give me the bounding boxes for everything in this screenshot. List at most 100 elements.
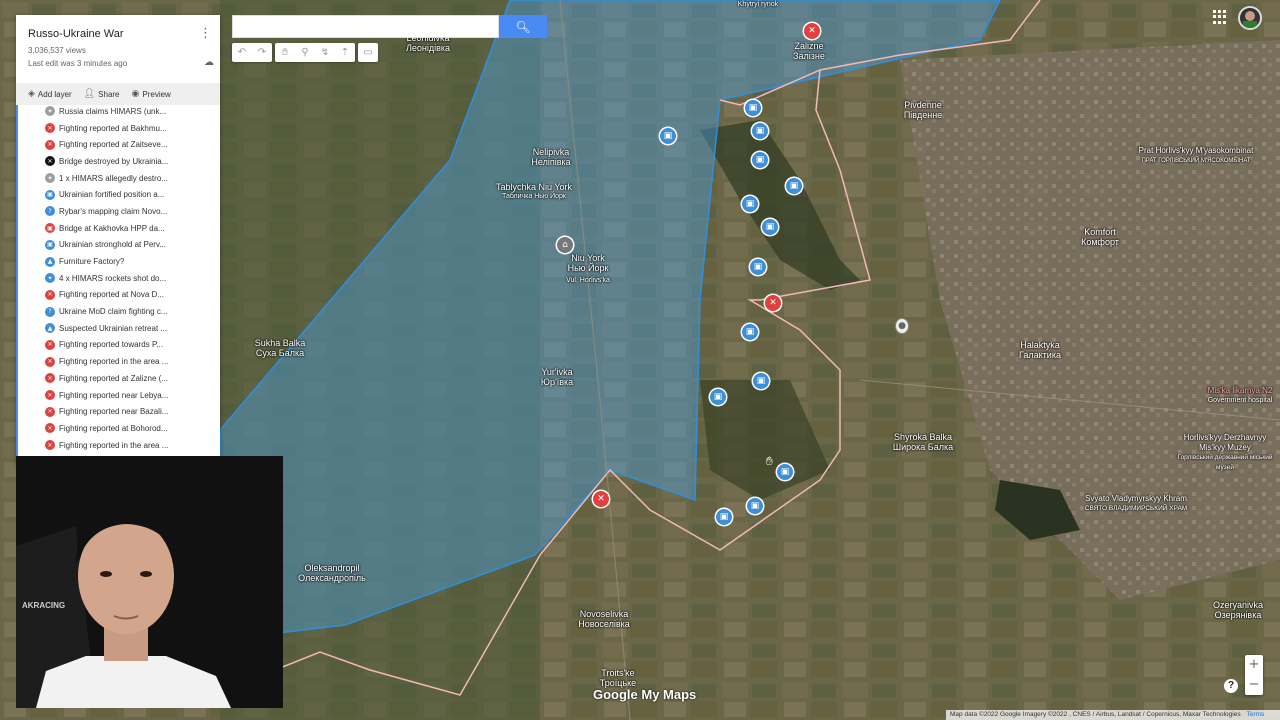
search-icon: 🔍︎	[515, 19, 531, 34]
list-item[interactable]: ✕ Fighting reported towards P...	[16, 337, 220, 354]
ukrainian-stronghold-marker[interactable]: ▣	[750, 259, 766, 275]
place-label: Oleksandropil Олександропіль	[298, 563, 366, 583]
ruler-icon[interactable]: ▭	[358, 43, 378, 62]
place-label: Nelipivka Неліпівка	[531, 147, 571, 167]
redo-icon[interactable]: ↷	[252, 43, 272, 62]
red-layer-icon: ✕	[45, 423, 55, 434]
list-item-label: Bridge destroyed by Ukrainia...	[59, 156, 169, 166]
list-item[interactable]: ✕ Fighting reported in the area ...	[16, 353, 220, 370]
hand-icon[interactable]: ✋︎	[275, 43, 295, 62]
preview-label: Preview	[142, 89, 171, 99]
apps-grid-icon[interactable]	[1213, 10, 1227, 24]
list-item-label: Rybar's mapping claim Novo...	[59, 206, 168, 216]
ukrainian-stronghold-marker[interactable]: ▣	[753, 373, 769, 389]
ukrainian-stronghold-marker[interactable]: ▣	[786, 178, 802, 194]
more-options-icon[interactable]: ⋮	[199, 26, 212, 41]
directions-icon[interactable]: ⇡	[335, 43, 355, 62]
list-item[interactable]: ✕ Fighting reported at Zaitseve...	[16, 136, 220, 153]
avatar[interactable]	[1238, 6, 1262, 30]
blue-layer-icon: ?	[45, 306, 55, 317]
red-layer-icon: ✕	[45, 139, 55, 150]
street-label: Vul. Horlivs'ka	[566, 277, 610, 284]
list-item[interactable]: ? Ukraine MoD claim fighting c...	[16, 303, 220, 320]
add-layer-label: Add layer	[37, 89, 72, 99]
red-layer-icon: ✕	[45, 356, 55, 367]
list-item-label: Fighting reported at Zalizne (...	[59, 373, 168, 383]
location-pin-icon[interactable]: ●	[896, 319, 908, 333]
list-item[interactable]: ✕ Fighting reported near Bazali...	[16, 403, 220, 420]
list-item[interactable]: ✕ Fighting reported at Nova D...	[16, 287, 220, 304]
list-item[interactable]: ▲ Suspected Ukrainian retreat ...	[16, 320, 220, 337]
list-item-label: Bridge at Kakhovka HPP da...	[59, 223, 165, 233]
red-layer-icon: ✕	[45, 390, 55, 401]
ukrainian-stronghold-marker[interactable]: ▣	[752, 152, 768, 168]
terms-link[interactable]: Terms	[1247, 711, 1265, 718]
map-title[interactable]: Russo-Ukraine War	[28, 28, 124, 40]
list-item-label: Furniture Factory?	[59, 257, 125, 267]
place-label: Troits'ke Троїцьке	[599, 668, 637, 688]
add-layer-button[interactable]: ◈ Add layer	[28, 89, 72, 99]
map-attribution: Map data ©2022 Google Imagery ©2022 , CN…	[946, 710, 1280, 720]
place-label: Tablychka Niu York Табличка Нью Йорк	[495, 182, 573, 200]
list-item-label: Fighting reported in the area ...	[59, 440, 169, 450]
list-item[interactable]: ✕ Bridge destroyed by Ukrainia...	[16, 153, 220, 170]
fighting-marker[interactable]: ✕	[804, 23, 820, 39]
list-item[interactable]: ▲ Furniture Factory?	[16, 253, 220, 270]
factory-marker[interactable]: ⌂	[557, 237, 573, 253]
zoom-out-button[interactable]: −	[1245, 675, 1263, 695]
zoom-in-button[interactable]: +	[1245, 655, 1263, 675]
ukrainian-stronghold-marker[interactable]: ▣	[710, 389, 726, 405]
list-item[interactable]: ▣ Bridge at Kakhovka HPP da...	[16, 220, 220, 237]
list-item-label: Fighting reported at Bakhmu...	[59, 123, 167, 133]
list-item[interactable]: ✦ 4 x HIMARS rockets shot do...	[16, 270, 220, 287]
ukrainian-stronghold-marker[interactable]: ▣	[747, 498, 763, 514]
ukrainian-stronghold-marker[interactable]: ▣	[716, 509, 732, 525]
zoom-control: + −	[1245, 655, 1263, 695]
ukrainian-stronghold-marker[interactable]: ▣	[777, 464, 793, 480]
fighting-marker[interactable]: ✕	[593, 491, 609, 507]
place-label: Pivdenne Південне	[903, 100, 943, 120]
ukrainian-stronghold-marker[interactable]: ▣	[745, 100, 761, 116]
list-item-label: Suspected Ukrainian retreat ...	[59, 323, 168, 333]
marker-icon[interactable]: ⚲	[295, 43, 315, 62]
place-label: Svyato Vladymyrskyy Khram СВЯТО ВЛАДИМИРС…	[1084, 494, 1188, 512]
list-item[interactable]: ? Rybar's mapping claim Novo...	[16, 203, 220, 220]
view-count: 3,036,537 views	[28, 46, 86, 55]
ukrainian-stronghold-marker[interactable]: ▣	[742, 324, 758, 340]
list-item[interactable]: ✦ Russia claims HIMARS (unk...	[16, 103, 220, 120]
preview-button[interactable]: ◉ Preview	[132, 89, 171, 99]
red-layer-icon: ✕	[45, 123, 55, 134]
search-button[interactable]: 🔍︎	[499, 15, 547, 38]
layers-icon: ◈	[28, 89, 35, 99]
layer-item-list: ✦ Russia claims HIMARS (unk... ✕ Fighting r…	[16, 103, 220, 453]
presenter-video: AKRACING	[16, 456, 283, 708]
list-item[interactable]: ✕ Fighting reported at Zalizne (...	[16, 370, 220, 387]
place-label: Prat Horlivs'kyy M'yasokombinat ПРАТ ГОРЛ…	[1138, 146, 1254, 164]
list-item[interactable]: ▣ Ukrainian stronghold at Perv...	[16, 237, 220, 254]
list-item[interactable]: ✕ Fighting reported in the area ...	[16, 437, 220, 454]
list-item[interactable]: ✕ Fighting reported at Bohorod...	[16, 420, 220, 437]
ukrainian-stronghold-marker[interactable]: ▣	[752, 123, 768, 139]
list-item[interactable]: ▣ Ukrainian fortified position a...	[16, 186, 220, 203]
blue-layer-icon: ▣	[45, 239, 55, 250]
list-item[interactable]: ✦ 1 x HIMARS allegedly destro...	[16, 170, 220, 187]
list-item[interactable]: ✕ Fighting reported near Lebya...	[16, 387, 220, 404]
draw-line-icon[interactable]: ↯	[315, 43, 335, 62]
share-button[interactable]: 👤︎ Share	[84, 89, 120, 99]
place-label: Shyroka Balka Широка Балка	[892, 432, 954, 452]
undo-icon[interactable]: ↶	[232, 43, 252, 62]
last-edit-status: Last edit was 3 minutes ago	[28, 59, 128, 68]
ukrainian-stronghold-marker[interactable]: ▣	[660, 128, 676, 144]
fighting-marker[interactable]: ✕	[765, 295, 781, 311]
blue-layer-icon: ▣	[45, 189, 55, 200]
place-label: Zalizne Залізне	[793, 41, 825, 61]
ukrainian-stronghold-marker[interactable]: ▣	[762, 219, 778, 235]
help-button[interactable]: ?	[1224, 679, 1238, 693]
list-item-label: Fighting reported near Lebya...	[59, 390, 169, 400]
place-label: Ozeryanivka Озерянівка	[1212, 600, 1264, 620]
search-input[interactable]	[232, 15, 499, 38]
ukrainian-stronghold-marker[interactable]: ▣	[742, 196, 758, 212]
place-label: Novoselivka Новоселівка	[578, 609, 630, 629]
list-item-label: Fighting reported at Bohorod...	[59, 423, 168, 433]
list-item[interactable]: ✕ Fighting reported at Bakhmu...	[16, 120, 220, 137]
